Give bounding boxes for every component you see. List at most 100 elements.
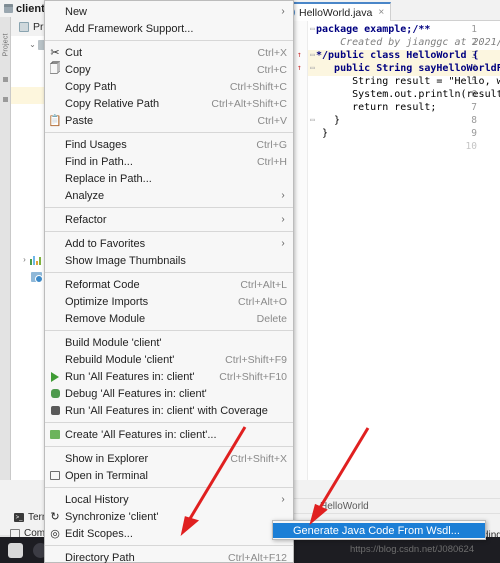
override-gutter-icon[interactable]: ↑: [297, 63, 302, 72]
menu-item-label: New: [65, 5, 88, 18]
terminal-icon: >_: [14, 513, 24, 522]
fold-icon[interactable]: ▭: [310, 24, 315, 33]
menu-item-copy-relative-path[interactable]: Copy Relative Path Ctrl+Alt+Shift+C: [45, 95, 293, 112]
collapse-arrow-icon[interactable]: ›: [19, 255, 30, 264]
menu-item-label: Find Usages: [65, 138, 127, 151]
menu-item-label: Add Framework Support...: [65, 22, 194, 35]
menu-item-replace-in-path[interactable]: Replace in Path...: [45, 170, 293, 187]
menu-item-remove-module[interactable]: Remove Module Delete: [45, 310, 293, 327]
menu-item-label: Paste: [65, 114, 94, 127]
menu-item-rebuild-module[interactable]: Rebuild Module 'client' Ctrl+Shift+F9: [45, 351, 293, 368]
menu-item-label: Copy Path: [65, 80, 117, 93]
menu-item-cut[interactable]: ✂ Cut Ctrl+X: [45, 44, 293, 61]
menu-item-run-all-features[interactable]: Run 'All Features in: client' Ctrl+Shift…: [45, 368, 293, 385]
line-number: 10: [465, 141, 477, 152]
menu-separator: [45, 231, 293, 232]
menu-item-label: Edit Scopes...: [65, 527, 133, 540]
breadcrumb-module[interactable]: client: [16, 3, 45, 15]
coverage-icon: [45, 406, 65, 415]
editor-tab-strip: C HelloWorld.java ×: [270, 0, 500, 21]
run-icon: [45, 371, 65, 382]
rail-label-project[interactable]: Project: [3, 21, 10, 56]
menu-separator: [45, 132, 293, 133]
expand-arrow-icon[interactable]: ⌄: [27, 40, 38, 49]
fold-icon[interactable]: ▭: [310, 63, 315, 72]
left-tool-rail[interactable]: Project: [0, 17, 11, 537]
menu-separator: [45, 330, 293, 331]
menu-item-label: Add to Favorites: [65, 237, 146, 250]
menu-item-label: Debug 'All Features in: client': [65, 387, 207, 400]
menu-item-find-usages[interactable]: Find Usages Ctrl+G: [45, 136, 293, 153]
override-gutter-icon[interactable]: ↑: [297, 50, 302, 59]
menu-item-label: Cut: [65, 46, 83, 59]
menu-item-directory-path[interactable]: Directory Path Ctrl+Alt+F12: [45, 549, 293, 563]
menu-item-create-run-config[interactable]: Create 'All Features in: client'...: [45, 426, 293, 443]
fold-icon[interactable]: ▭: [310, 115, 315, 124]
code-line: String result = "Hello, wor: [316, 76, 500, 87]
menu-item-refactor[interactable]: Refactor ›: [45, 211, 293, 228]
menu-item-synchronize[interactable]: ↻ Synchronize 'client': [45, 508, 293, 525]
menu-item-copy-path[interactable]: Copy Path Ctrl+Shift+C: [45, 78, 293, 95]
menu-item-label: Analyze: [65, 189, 105, 202]
code-line: }: [316, 128, 329, 139]
line-number: 9: [471, 128, 477, 139]
menu-item-label: Generate Java Code From Wsdl...: [293, 524, 460, 537]
windows-start-icon[interactable]: [8, 542, 23, 558]
menu-item-accelerator: Ctrl+Alt+Shift+C: [211, 97, 287, 110]
menu-separator: [45, 272, 293, 273]
menu-item-accelerator: Ctrl+Alt+O: [237, 295, 287, 308]
code-line: Created by jianggc at 2021/3: [316, 37, 500, 48]
menu-item-label: Open in Terminal: [65, 469, 148, 482]
menu-item-analyze[interactable]: Analyze ›: [45, 187, 293, 204]
menu-item-show-in-explorer[interactable]: Show in Explorer Ctrl+Shift+X: [45, 450, 293, 467]
menu-item-label: Optimize Imports: [65, 295, 149, 308]
menu-item-new[interactable]: New ›: [45, 3, 293, 20]
code-line: public String sayHelloWorldFr: [316, 63, 500, 74]
watermark-text: https://blog.csdn.net/J080624: [350, 544, 475, 555]
external-libraries-icon: [30, 255, 41, 265]
menu-item-find-in-path[interactable]: Find in Path... Ctrl+H: [45, 153, 293, 170]
menu-item-label: Run 'All Features in: client': [65, 370, 195, 383]
code-line: */public class HelloWorld {: [316, 50, 479, 61]
sync-icon: ↻: [50, 511, 60, 523]
menu-item-debug-all-features[interactable]: Debug 'All Features in: client': [45, 385, 293, 402]
close-icon[interactable]: ×: [378, 7, 384, 18]
menu-item-local-history[interactable]: Local History ›: [45, 491, 293, 508]
menu-item-label: Refactor: [65, 213, 107, 226]
menu-item-add-framework-support[interactable]: Add Framework Support...: [45, 20, 293, 37]
breadcrumb-class-label: HelloWorld: [320, 500, 369, 512]
menu-item-reformat-code[interactable]: Reformat Code Ctrl+Alt+L: [45, 276, 293, 293]
menu-item-generate-java-code-from-wsdl[interactable]: Generate Java Code From Wsdl...: [273, 523, 485, 538]
code-line: }: [316, 115, 341, 126]
menu-separator: [45, 422, 293, 423]
menu-item-edit-scopes[interactable]: ◎ Edit Scopes...: [45, 525, 293, 542]
menu-item-optimize-imports[interactable]: Optimize Imports Ctrl+Alt+O: [45, 293, 293, 310]
webservices-submenu[interactable]: Generate Java Code From Wsdl...: [272, 520, 486, 540]
menu-item-accelerator: Ctrl+Shift+F9: [225, 353, 287, 366]
line-number: 7: [471, 102, 477, 113]
cut-icon: ✂: [50, 47, 60, 59]
chevron-right-icon: ›: [281, 214, 285, 225]
menu-separator: [45, 446, 293, 447]
menu-item-paste[interactable]: 📋 Paste Ctrl+V: [45, 112, 293, 129]
chevron-right-icon: ›: [281, 494, 285, 505]
menu-item-accelerator: Ctrl+Alt+F12: [228, 551, 287, 563]
menu-item-run-with-coverage[interactable]: Run 'All Features in: client' with Cover…: [45, 402, 293, 419]
fold-icon[interactable]: ▭: [310, 50, 315, 59]
menu-item-show-image-thumbnails[interactable]: Show Image Thumbnails: [45, 252, 293, 269]
menu-item-label: Show in Explorer: [65, 452, 149, 465]
menu-item-accelerator: Ctrl+Alt+L: [240, 278, 287, 291]
editor-breadcrumb-lower[interactable]: HelloWorld: [270, 498, 500, 514]
code-editor[interactable]: 1 2 3 4 5 6 7 8 9 10 ☑ ↑ ☑ ↑ ▭ ▭ ▭ ▭ pac…: [270, 21, 500, 480]
menu-item-open-in-terminal[interactable]: Open in Terminal: [45, 467, 293, 484]
context-menu[interactable]: New › Add Framework Support... ✂ Cut Ctr…: [44, 0, 294, 563]
menu-item-accelerator: Ctrl+Shift+X: [230, 452, 287, 465]
menu-item-copy[interactable]: 🗍 Copy Ctrl+C: [45, 61, 293, 78]
menu-item-add-to-favorites[interactable]: Add to Favorites ›: [45, 235, 293, 252]
menu-item-label: Copy: [65, 63, 91, 76]
menu-item-label: Rebuild Module 'client': [65, 353, 175, 366]
menu-item-label: Build Module 'client': [65, 336, 162, 349]
code-line: System.out.println(result);: [316, 89, 500, 100]
menu-item-build-module[interactable]: Build Module 'client': [45, 334, 293, 351]
menu-item-accelerator: Ctrl+X: [257, 46, 287, 59]
